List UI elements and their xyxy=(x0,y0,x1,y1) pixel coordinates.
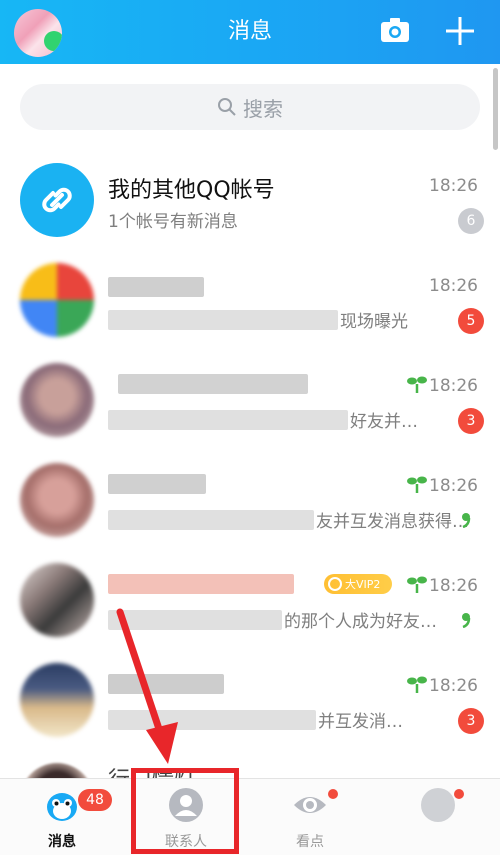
eye-icon xyxy=(294,797,326,813)
conversation-preview: 好友并… xyxy=(350,412,418,432)
comma-icon xyxy=(462,513,471,528)
pixelated-preview xyxy=(108,410,348,430)
tab-discover[interactable]: 看点 xyxy=(260,779,360,855)
pixelated-preview xyxy=(108,610,282,630)
conversation-preview: 并互发消… xyxy=(318,712,403,732)
link-icon xyxy=(42,187,72,213)
conversation-time: 18:26 xyxy=(429,676,478,696)
vip-badge: 大VIP2 xyxy=(324,574,392,594)
conversation-time: 18:26 xyxy=(429,476,478,496)
pixelated-name xyxy=(108,474,206,494)
sprout-icon xyxy=(407,576,427,593)
vip-icon xyxy=(328,577,342,591)
conversation-row[interactable]: 并互发消… 18:26 3 xyxy=(0,650,500,750)
conversation-preview: 的那个人成为好友… xyxy=(284,612,437,632)
conversation-row[interactable]: 现场曝光 18:26 5 xyxy=(0,250,500,350)
notification-dot xyxy=(328,789,338,799)
unread-badge: 6 xyxy=(458,208,484,234)
pixelated-name xyxy=(108,277,204,297)
conversation-row[interactable]: 友并互发消息获得… 18:26 xyxy=(0,450,500,550)
unread-badge: 48 xyxy=(78,789,112,811)
unread-badge: 3 xyxy=(458,408,484,434)
tab-messages[interactable]: 消息 48 xyxy=(12,779,112,855)
sprout-icon xyxy=(407,676,427,693)
top-bar: 消息 xyxy=(0,0,500,64)
scrollbar[interactable] xyxy=(493,68,498,150)
conversation-preview: 1个帐号有新消息 xyxy=(108,212,238,232)
pixelated-name xyxy=(118,374,308,394)
conversation-preview: 现场曝光 xyxy=(340,312,408,332)
pixelated-preview xyxy=(108,310,338,330)
sprout-icon xyxy=(407,376,427,393)
conversation-name: 我的其他QQ帐号 xyxy=(108,178,275,203)
avatar xyxy=(20,663,94,737)
conversation-list: 我的其他QQ帐号 1个帐号有新消息 18:26 6 现场曝光 18:26 5 好… xyxy=(0,150,500,778)
conversation-row[interactable]: 我的其他QQ帐号 1个帐号有新消息 18:26 6 xyxy=(0,150,500,250)
highlight-box xyxy=(131,768,239,854)
tab-label: 看点 xyxy=(296,834,324,850)
conversation-row[interactable]: 行口情灯 xyxy=(0,750,500,778)
unread-badge: 5 xyxy=(458,308,484,334)
dynamic-icon xyxy=(421,788,455,822)
avatar xyxy=(20,263,94,337)
conversation-time: 18:26 xyxy=(429,576,478,596)
pixelated-name xyxy=(108,574,294,594)
conversation-time: 18:26 xyxy=(429,276,478,296)
pixelated-preview xyxy=(108,510,314,530)
pixelated-name xyxy=(108,674,224,694)
unread-badge: 3 xyxy=(458,708,484,734)
comma-icon xyxy=(462,613,471,628)
search-bar[interactable]: 搜索 xyxy=(20,84,480,130)
vip-label: 大VIP2 xyxy=(345,578,381,591)
tab-label: 消息 xyxy=(48,834,76,850)
conversation-row[interactable]: 好友并… 18:26 3 xyxy=(0,350,500,450)
page-title: 消息 xyxy=(227,19,272,44)
conversation-time: 18:26 xyxy=(429,176,478,196)
camera-icon[interactable] xyxy=(380,17,410,43)
sprout-icon xyxy=(407,476,427,493)
avatar xyxy=(20,363,94,437)
conversation-time: 18:26 xyxy=(429,376,478,396)
pixelated-preview xyxy=(108,710,316,730)
link-avatar xyxy=(20,163,94,237)
conversation-row[interactable]: 大VIP2 的那个人成为好友… 18:26 xyxy=(0,550,500,650)
search-placeholder: 搜索 xyxy=(243,96,283,121)
avatar xyxy=(20,563,94,637)
add-icon[interactable] xyxy=(444,15,476,47)
penguin-icon xyxy=(47,793,77,821)
notification-dot xyxy=(454,789,464,799)
avatar xyxy=(20,763,94,778)
conversation-preview: 友并互发消息获得… xyxy=(316,512,469,532)
search-icon xyxy=(218,98,236,116)
tab-dynamic[interactable] xyxy=(388,779,488,855)
avatar xyxy=(20,463,94,537)
tab-bar: 消息 48 联系人 看点 xyxy=(0,778,500,855)
